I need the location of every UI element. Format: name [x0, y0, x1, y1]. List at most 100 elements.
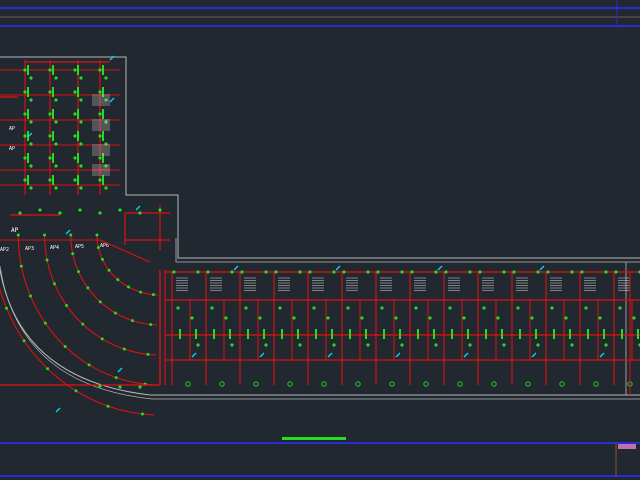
- node-marker: [48, 156, 52, 160]
- node-marker: [580, 270, 584, 274]
- node-marker: [414, 306, 418, 310]
- node-marker: [48, 90, 52, 94]
- node-marker: [516, 306, 520, 310]
- node-marker: [632, 316, 636, 320]
- node-marker: [58, 211, 62, 215]
- node-marker: [79, 120, 83, 124]
- node-marker: [118, 385, 122, 389]
- node-marker: [604, 343, 608, 347]
- node-marker: [332, 343, 336, 347]
- cad-drawing-viewport[interactable]: AP AP AP6 AP5 AP4 AP3 AP2 AP: [0, 0, 640, 480]
- node-marker: [468, 270, 472, 274]
- node-marker: [104, 76, 108, 80]
- node-marker: [448, 306, 452, 310]
- node-marker: [65, 304, 69, 308]
- node-marker: [73, 68, 77, 72]
- node-marker: [87, 363, 91, 367]
- node-marker: [230, 270, 234, 274]
- node-marker: [48, 178, 52, 182]
- node-marker: [95, 233, 99, 237]
- node-marker: [98, 300, 102, 304]
- node-marker: [614, 270, 618, 274]
- node-marker: [29, 294, 33, 298]
- node-marker: [127, 285, 130, 289]
- node-marker: [104, 186, 108, 190]
- horizontal-scroll-indicator[interactable]: [282, 437, 346, 440]
- node-marker: [444, 270, 448, 274]
- node-marker: [73, 178, 77, 182]
- node-marker: [98, 178, 102, 182]
- node-marker: [550, 306, 554, 310]
- node-marker: [98, 134, 102, 138]
- node-marker: [79, 98, 83, 102]
- ap-label: AP: [11, 227, 19, 234]
- node-marker: [138, 211, 142, 215]
- node-marker: [360, 316, 364, 320]
- node-marker: [376, 270, 380, 274]
- node-marker: [172, 270, 176, 274]
- node-marker: [54, 142, 58, 146]
- node-marker: [98, 211, 102, 215]
- node-marker: [113, 311, 117, 315]
- node-marker: [546, 270, 550, 274]
- node-marker: [48, 112, 52, 116]
- node-marker: [400, 343, 404, 347]
- node-marker: [22, 339, 26, 343]
- node-marker: [54, 186, 58, 190]
- node-marker: [29, 120, 33, 124]
- node-marker: [536, 343, 540, 347]
- node-marker: [98, 112, 102, 116]
- node-marker: [240, 270, 244, 274]
- node-marker: [29, 142, 33, 146]
- node-marker: [400, 270, 404, 274]
- node-marker: [158, 208, 162, 212]
- node-marker: [79, 164, 83, 168]
- node-marker: [73, 156, 77, 160]
- node-marker: [86, 286, 90, 290]
- node-marker: [598, 316, 602, 320]
- node-marker: [23, 134, 27, 138]
- node-marker: [434, 270, 438, 274]
- node-marker: [98, 68, 102, 72]
- node-marker: [38, 208, 42, 212]
- node-marker: [45, 258, 49, 262]
- node-marker: [69, 233, 73, 237]
- node-marker: [54, 76, 58, 80]
- node-marker: [366, 343, 370, 347]
- node-marker: [18, 211, 22, 215]
- node-marker: [29, 186, 33, 190]
- drawing-text: AP4: [50, 245, 59, 251]
- node-marker: [23, 156, 27, 160]
- node-marker: [478, 270, 482, 274]
- node-marker: [71, 252, 75, 256]
- node-marker: [308, 270, 312, 274]
- node-marker: [29, 76, 33, 80]
- drawing-text: AP5: [75, 244, 84, 250]
- node-marker: [63, 344, 67, 348]
- node-marker: [618, 306, 622, 310]
- node-marker: [530, 316, 534, 320]
- node-marker: [98, 90, 102, 94]
- node-marker: [122, 347, 126, 351]
- node-marker: [482, 306, 486, 310]
- node-marker: [106, 404, 110, 408]
- node-marker: [264, 343, 268, 347]
- node-marker: [496, 316, 500, 320]
- node-marker: [312, 306, 316, 310]
- node-marker: [258, 316, 262, 320]
- node-marker: [114, 376, 118, 380]
- node-marker: [292, 316, 296, 320]
- drawing-text: AP2: [0, 247, 9, 253]
- node-marker: [81, 322, 85, 326]
- drawing-text: AP3: [25, 246, 34, 252]
- node-marker: [74, 389, 78, 393]
- node-marker: [230, 343, 234, 347]
- node-marker: [19, 264, 23, 268]
- node-marker: [79, 186, 83, 190]
- node-marker: [298, 270, 302, 274]
- node-marker: [98, 156, 102, 160]
- node-marker: [564, 316, 568, 320]
- drawing-text: AP: [9, 146, 15, 152]
- node-marker: [244, 306, 248, 310]
- node-marker: [332, 270, 336, 274]
